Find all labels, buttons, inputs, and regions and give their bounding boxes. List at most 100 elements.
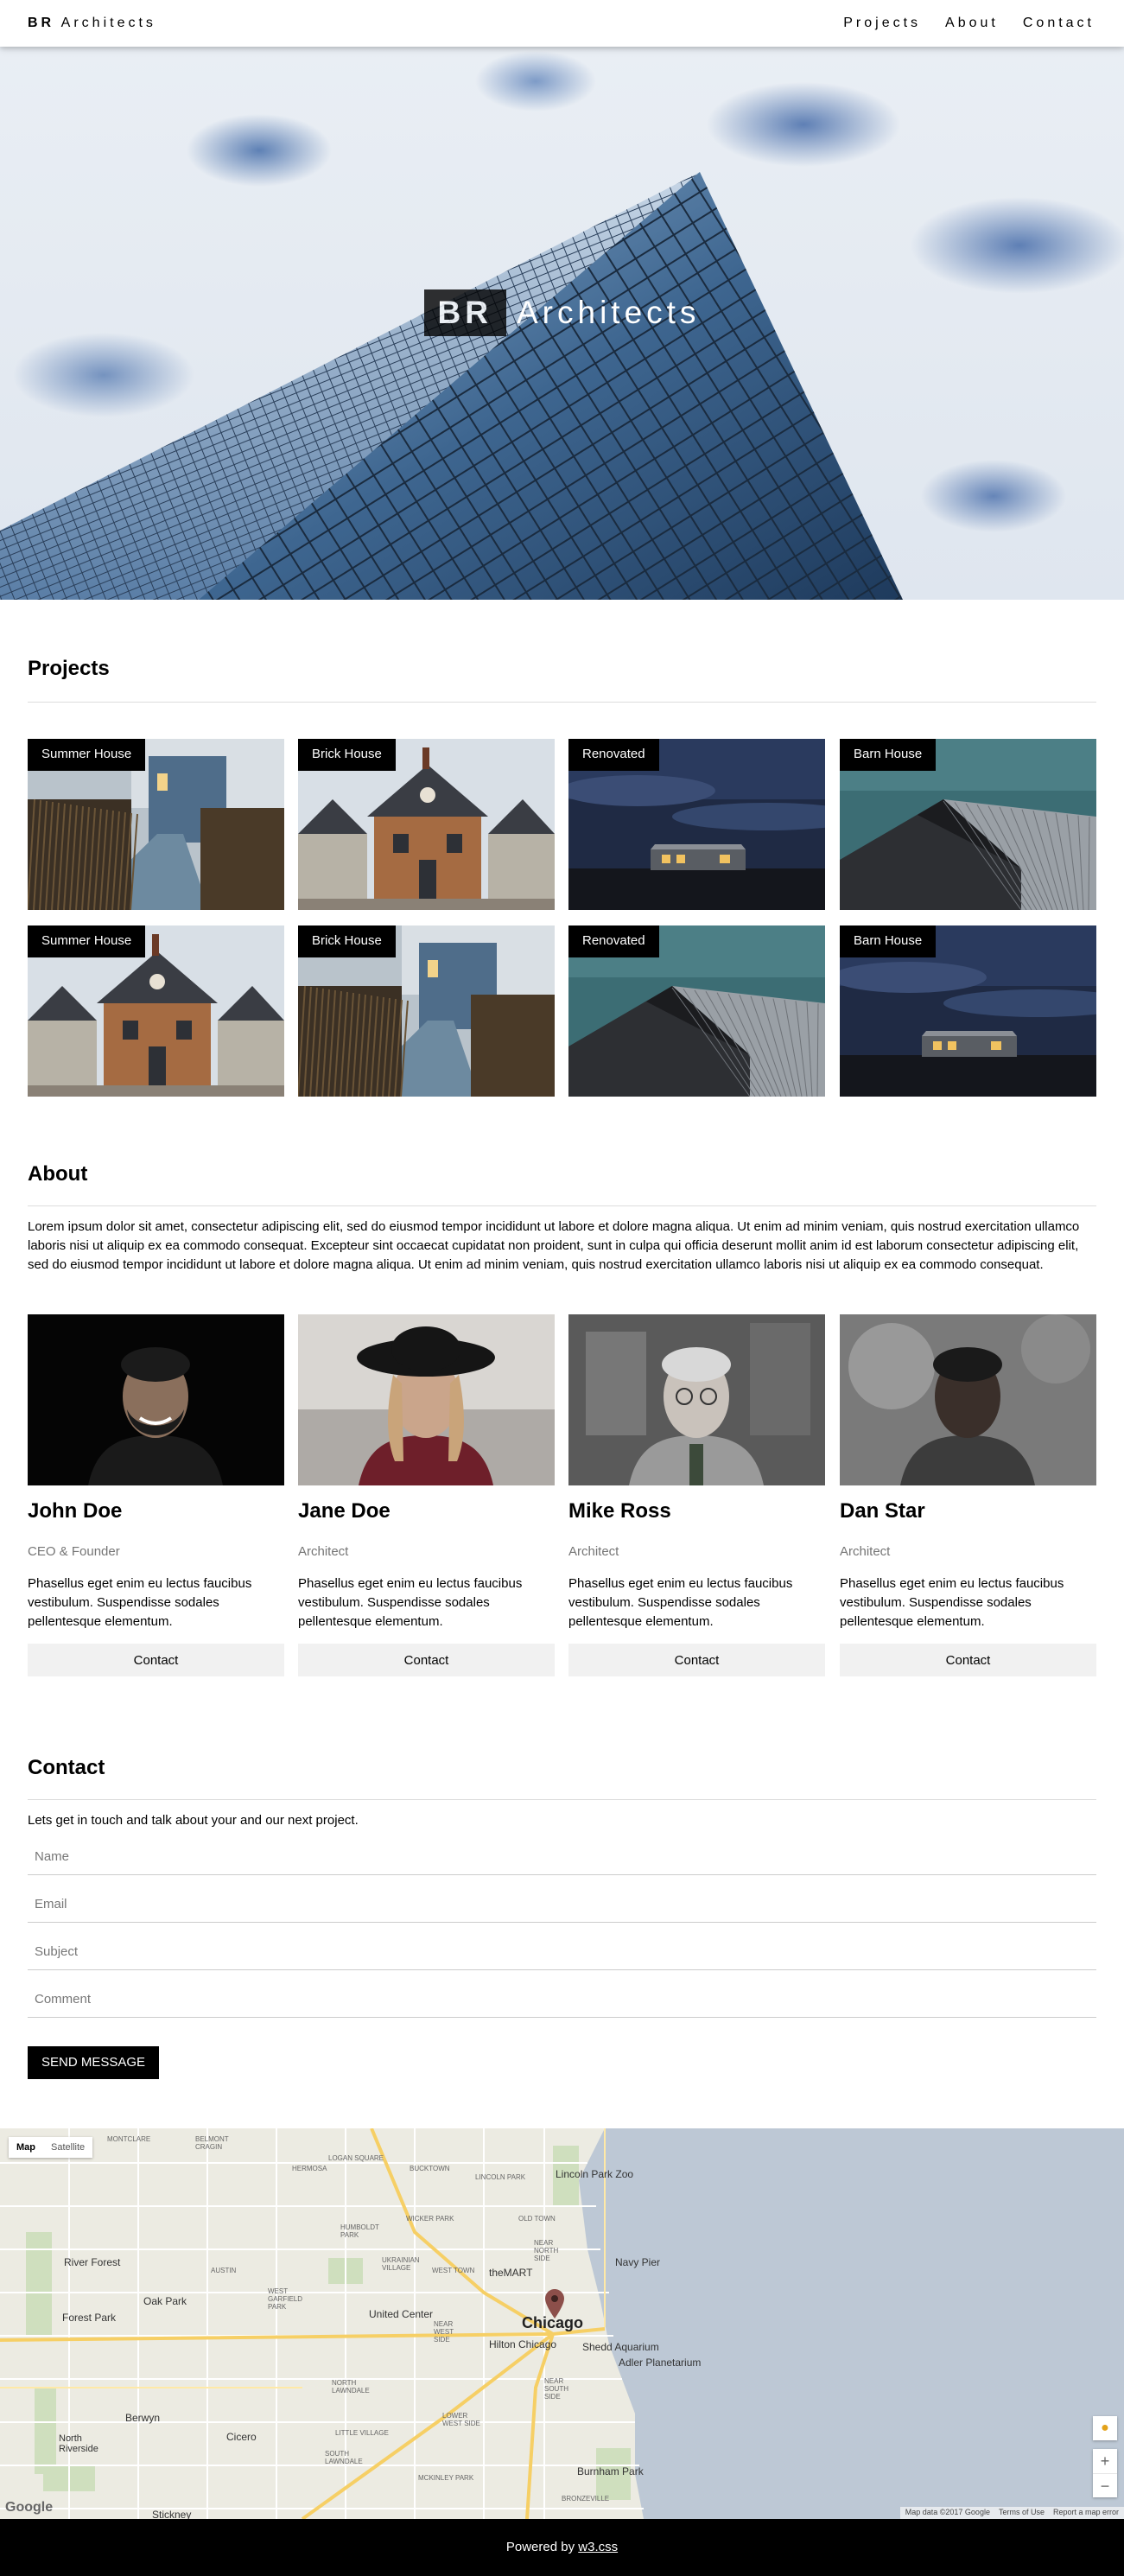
project-card[interactable]: Renovated <box>568 739 825 910</box>
team-member-description: Phasellus eget enim eu lectus faucibus v… <box>840 1576 1064 1629</box>
nav-link-projects[interactable]: Projects <box>831 16 933 31</box>
map-neighborhood-north-lawndale: NORTH LAWNDALE <box>332 2379 370 2395</box>
team-member-name: Dan Star <box>840 1499 925 1523</box>
project-card[interactable]: Barn House <box>840 925 1096 1097</box>
about-section: About Lorem ipsum dolor sit amet, consec… <box>28 1162 1096 1698</box>
project-label: Summer House <box>28 739 146 771</box>
map-neighborhood-near-north-side: NEAR NORTH SIDE <box>534 2239 559 2262</box>
project-label: Brick House <box>298 739 396 771</box>
map-terms-link[interactable]: Terms of Use <box>999 2508 1045 2518</box>
map-neighborhood-bronzeville: BRONZEVILLE <box>562 2495 610 2503</box>
project-label: Renovated <box>568 925 659 957</box>
map-label-lincoln-park-zoo: Lincoln Park Zoo <box>556 2168 634 2180</box>
zoom-in-button[interactable]: + <box>1093 2449 1117 2473</box>
comment-input[interactable]: Comment <box>28 1983 1096 2018</box>
contact-intro: Lets get in touch and talk about your an… <box>28 1813 359 1828</box>
map-neighborhood-ukrainian-village: UKRAINIAN VILLAGE <box>382 2256 420 2272</box>
footer-text: Powered by <box>505 2540 579 2554</box>
email-input[interactable]: Email <box>28 1888 1096 1923</box>
map-neighborhood-wicker-park: WICKER PARK <box>406 2215 454 2223</box>
project-card[interactable]: Summer House <box>28 739 284 910</box>
project-label: Barn House <box>840 925 937 957</box>
map-neighborhood-near-south-side: NEAR SOUTH SIDE <box>544 2377 568 2401</box>
page-footer: Powered by w3.css <box>0 2519 1124 2576</box>
project-label: Brick House <box>298 925 396 957</box>
team-member-card: John Doe CEO & Founder Phasellus eget enim… <box>28 1314 284 1676</box>
team-member-role: Architect <box>568 1544 619 1559</box>
map-label-themart: theMART <box>489 2267 533 2279</box>
map-attribution-bar: Map data ©2017 Google Terms of Use Repor… <box>899 2507 1124 2519</box>
projects-divider <box>28 702 1096 703</box>
zoom-controls: + − <box>1093 2449 1117 2497</box>
map-label-burnham-park: Burnham Park <box>577 2465 644 2477</box>
nav-link-contact[interactable]: Contact <box>1011 16 1107 31</box>
team-member-card: Jane Doe Architect Phasellus eget enim eu … <box>298 1314 555 1676</box>
map-neighborhood-hermosa: HERMOSA <box>292 2165 327 2172</box>
team-member-contact-button[interactable]: Contact <box>568 1644 825 1676</box>
map-neighborhood-belmont-cragin: BELMONT CRAGIN <box>195 2135 229 2151</box>
projects-heading: Projects <box>28 657 110 680</box>
team-member-photo <box>568 1314 825 1485</box>
project-card[interactable]: Brick House <box>298 739 555 910</box>
contact-section: Contact Lets get in touch and talk about… <box>28 1756 1096 2093</box>
map-report-error-link[interactable]: Report a map error <box>1053 2508 1119 2518</box>
team-member-photo <box>840 1314 1096 1485</box>
map-neighborhood-west-town: WEST TOWN <box>432 2267 475 2274</box>
send-message-button[interactable]: SEND MESSAGE <box>28 2046 160 2079</box>
project-label: Summer House <box>28 925 146 957</box>
project-card[interactable]: Renovated <box>568 925 825 1097</box>
team-member-role: Architect <box>840 1544 891 1559</box>
brand-link[interactable]: BR Architects <box>28 16 156 31</box>
hero-title-word: Architects <box>517 295 701 330</box>
about-divider <box>28 1205 1096 1206</box>
map-data-attribution: Map data ©2017 Google <box>905 2508 990 2516</box>
name-input[interactable]: Name <box>28 1841 1096 1875</box>
map-neighborhood-west-garfield-park: WEST GARFIELD PARK <box>268 2287 303 2311</box>
team-member-contact-button[interactable]: Contact <box>840 1644 1096 1676</box>
team-member-description: Phasellus eget enim eu lectus faucibus v… <box>568 1576 793 1629</box>
project-card[interactable]: Summer House <box>28 925 284 1097</box>
map-neighborhood-humboldt-park: HUMBOLDT PARK <box>340 2223 379 2239</box>
map-type-toggle: Map Satellite <box>9 2137 93 2158</box>
hero-title: BR Architects <box>0 289 1124 336</box>
team-member-contact-button[interactable]: Contact <box>298 1644 555 1676</box>
map-neighborhood-montclare: MONTCLARE <box>107 2135 151 2143</box>
map-neighborhood-lower-west-side: LOWER WEST SIDE <box>442 2412 480 2427</box>
map-label-adler-planetarium: Adler Planetarium <box>619 2357 702 2369</box>
map-label-shedd-aquarium: Shedd Aquarium <box>582 2341 659 2353</box>
map-marker-icon[interactable] <box>545 2289 564 2318</box>
team-member-role: Architect <box>298 1544 349 1559</box>
hero-title-mark: BR <box>423 289 506 336</box>
map-label-cicero: Cicero <box>226 2431 257 2443</box>
map-label-river-forest: River Forest <box>64 2256 121 2268</box>
about-heading: About <box>28 1162 88 1186</box>
map-neighborhood-logan-square: LOGAN SQUARE <box>328 2154 384 2162</box>
team-member-card: Mike Ross Architect Phasellus eget enim eu… <box>568 1314 825 1676</box>
map-type-map-button[interactable]: Map <box>9 2137 43 2158</box>
project-card[interactable]: Brick House <box>298 925 555 1097</box>
footer-w3css-link[interactable]: w3.css <box>578 2540 618 2554</box>
map-neighborhood-mckinley-park: MCKINLEY PARK <box>418 2474 474 2482</box>
team-member-photo <box>298 1314 555 1485</box>
map-neighborhood-south-lawndale: SOUTH LAWNDALE <box>325 2450 363 2465</box>
nav-link-about[interactable]: About <box>933 16 1011 31</box>
map-neighborhood-near-west-side: NEAR WEST SIDE <box>434 2320 454 2344</box>
street-view-pegman-icon[interactable]: ● <box>1093 2416 1117 2440</box>
project-label: Barn House <box>840 739 937 771</box>
map-type-satellite-button[interactable]: Satellite <box>43 2137 92 2158</box>
map-neighborhood-austin: AUSTIN <box>211 2267 237 2274</box>
team-member-contact-button[interactable]: Contact <box>28 1644 284 1676</box>
map-label-stickney: Stickney <box>152 2509 192 2519</box>
contact-heading: Contact <box>28 1756 105 1779</box>
team-member-card: Dan Star Architect Phasellus eget enim eu … <box>840 1314 1096 1676</box>
map-label-hilton-chicago: Hilton Chicago <box>489 2338 557 2350</box>
team-member-description: Phasellus eget enim eu lectus faucibus v… <box>28 1576 252 1629</box>
map-label-navy-pier: Navy Pier <box>615 2256 661 2268</box>
hero-banner: BR Architects <box>0 47 1124 600</box>
project-label: Renovated <box>568 739 659 771</box>
google-map[interactable]: Map Satellite Lincoln Park Zoo Navy Pier… <box>0 2128 1124 2519</box>
zoom-out-button[interactable]: − <box>1093 2473 1117 2497</box>
nav-links: Projects About Contact <box>831 16 1107 31</box>
project-card[interactable]: Barn House <box>840 739 1096 910</box>
subject-input[interactable]: Subject <box>28 1936 1096 1970</box>
